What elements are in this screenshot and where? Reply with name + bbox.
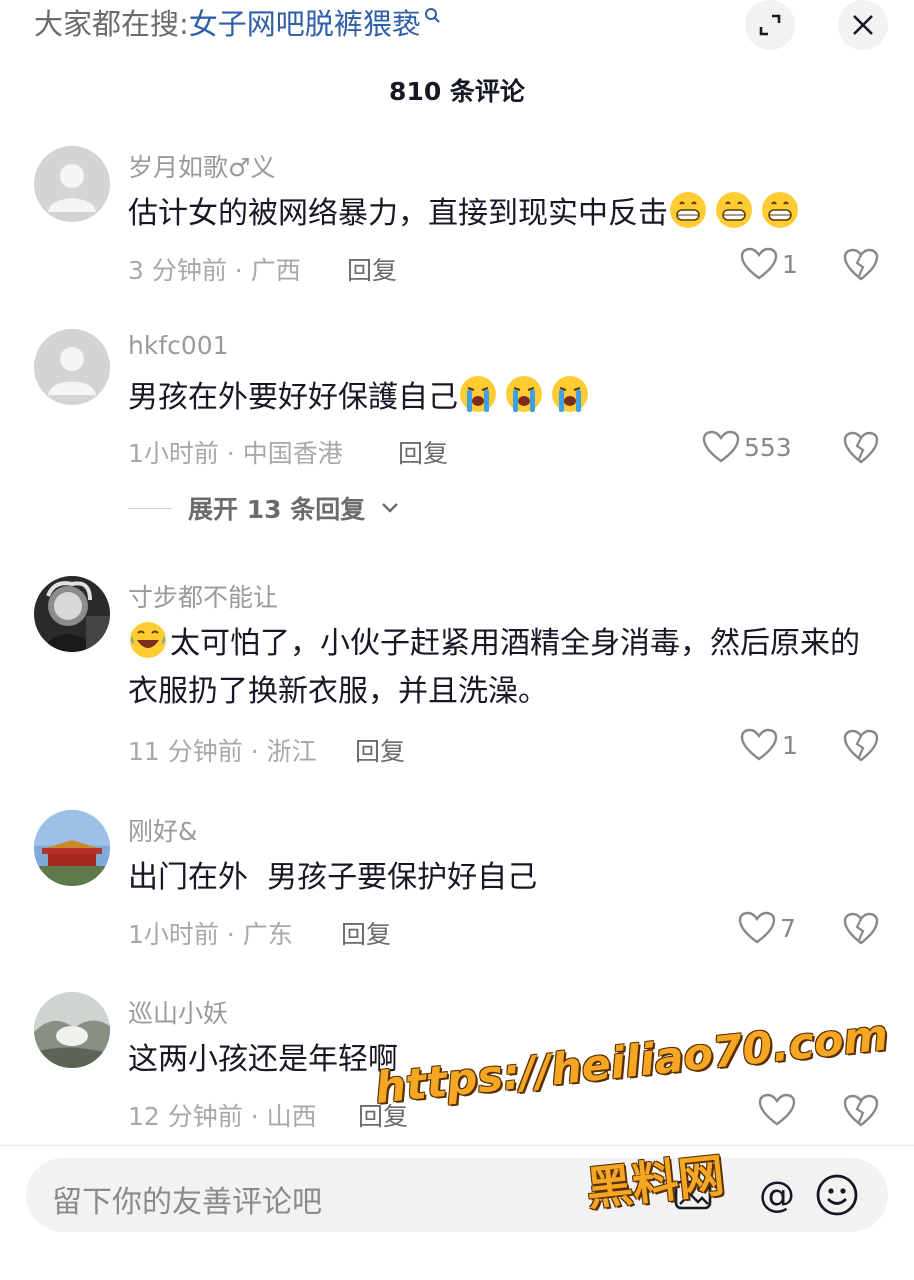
comment-meta: 1小时前 · 中国香港 (128, 439, 343, 468)
top-bar: 大家都在搜:女子网吧脱裤猥亵 (0, 0, 914, 50)
heart-icon (740, 247, 778, 280)
comment-text-body: 出门在外 男孩子要保护好自己 (128, 860, 538, 895)
comment-username[interactable]: 岁月如歌♂义 (128, 148, 275, 184)
like-count: 7 (780, 913, 796, 943)
like-button[interactable]: 553 (702, 430, 792, 464)
default-avatar-icon (34, 146, 110, 222)
comment-input-placeholder: 留下你的友善评论吧 (52, 1185, 322, 1220)
emoji-icon[interactable] (814, 1172, 860, 1218)
comment-meta: 12 分钟前 · 山西 (128, 1102, 317, 1131)
like-button[interactable]: 1 (740, 728, 798, 762)
expand-button[interactable] (745, 0, 795, 50)
image-icon[interactable] (672, 1174, 714, 1216)
avatar[interactable] (34, 992, 110, 1068)
grin-emoji (716, 192, 752, 228)
search-suggestion-prefix: 大家都在搜: (34, 7, 189, 41)
expand-replies-button[interactable]: 展开 13 条回复 (128, 490, 399, 526)
like-button[interactable]: 1 (740, 247, 798, 281)
comment-text: 这两小孩还是年轻啊 (128, 1036, 868, 1084)
search-icon (424, 8, 440, 23)
avatar-image (34, 810, 110, 886)
search-suggestion-query[interactable]: 女子网吧脱裤猥亵 (189, 7, 421, 41)
dislike-icon[interactable] (843, 1094, 879, 1128)
avatar[interactable] (34, 146, 110, 222)
dislike-icon[interactable] (843, 729, 879, 763)
comment-username[interactable]: 刚好& (128, 812, 198, 848)
comment-meta: 1小时前 · 广东 (128, 920, 293, 949)
expand-icon (759, 14, 781, 36)
composer-divider (0, 1145, 914, 1146)
reply-button[interactable]: 回复 (355, 732, 405, 768)
close-icon (853, 15, 873, 35)
comment-text-body: 估计女的被网络暴力，直接到现实中反击 (128, 196, 668, 231)
reply-button[interactable]: 回复 (358, 1097, 408, 1133)
default-avatar-icon (34, 329, 110, 405)
grin-emoji (762, 192, 798, 228)
like-count: 553 (744, 432, 792, 462)
comment-count: 810 条评论 (389, 77, 525, 106)
comment-username[interactable]: 寸步都不能让 (128, 578, 278, 614)
like-count: 1 (782, 730, 798, 760)
comment-text: 估计女的被网络暴力，直接到现实中反击 (128, 190, 868, 238)
comment-text-body: 男孩在外要好好保護自己 (128, 380, 458, 415)
heart-icon (740, 728, 778, 761)
heart-icon (738, 911, 776, 944)
comment-meta: 3 分钟前 · 广西 (128, 256, 301, 285)
comment-text-body: 太可怕了，小伙子赶紧用酒精全身消毒，然后原来的衣服扔了换新衣服，并且洗澡。 (128, 626, 860, 709)
avatar[interactable] (34, 576, 110, 652)
comment-meta: 11 分钟前 · 浙江 (128, 737, 317, 766)
like-button[interactable]: 7 (738, 911, 796, 945)
crying-emoji (460, 376, 496, 412)
heart-icon (702, 430, 740, 463)
comment-text: 太可怕了，小伙子赶紧用酒精全身消毒，然后原来的衣服扔了换新衣服，并且洗澡。 (128, 620, 868, 716)
avatar[interactable] (34, 810, 110, 886)
search-suggestion[interactable]: 大家都在搜:女子网吧脱裤猥亵 (34, 4, 443, 44)
expand-divider (128, 507, 172, 509)
dislike-icon[interactable] (843, 912, 879, 946)
avatar-image (34, 992, 110, 1068)
comment-username[interactable]: hkfc001 (128, 331, 229, 360)
laugh-cry-emoji (130, 622, 166, 658)
avatar-image (34, 576, 110, 652)
comment-text-body: 这两小孩还是年轻啊 (128, 1042, 398, 1077)
reply-button[interactable]: 回复 (341, 915, 391, 951)
chevron-down-icon (382, 503, 399, 513)
reply-button[interactable]: 回复 (347, 251, 397, 287)
heart-icon (758, 1093, 796, 1126)
grin-emoji (670, 192, 706, 228)
comment-username[interactable]: 巡山小妖 (128, 994, 228, 1030)
crying-emoji (506, 376, 542, 412)
avatar[interactable] (34, 329, 110, 405)
close-button[interactable] (838, 0, 888, 50)
dislike-icon[interactable] (843, 431, 879, 465)
crying-emoji (552, 376, 588, 412)
reply-button[interactable]: 回复 (398, 434, 448, 470)
like-button[interactable] (758, 1093, 800, 1127)
comment-text: 男孩在外要好好保護自己 (128, 374, 868, 422)
expand-replies-label: 展开 13 条回复 (188, 495, 366, 524)
like-count: 1 (782, 249, 798, 279)
mention-button[interactable]: @ (754, 1172, 800, 1218)
dislike-icon[interactable] (843, 248, 879, 282)
comment-input[interactable]: 留下你的友善评论吧 @ (26, 1158, 888, 1232)
comment-text: 出门在外 男孩子要保护好自己 (128, 854, 868, 902)
